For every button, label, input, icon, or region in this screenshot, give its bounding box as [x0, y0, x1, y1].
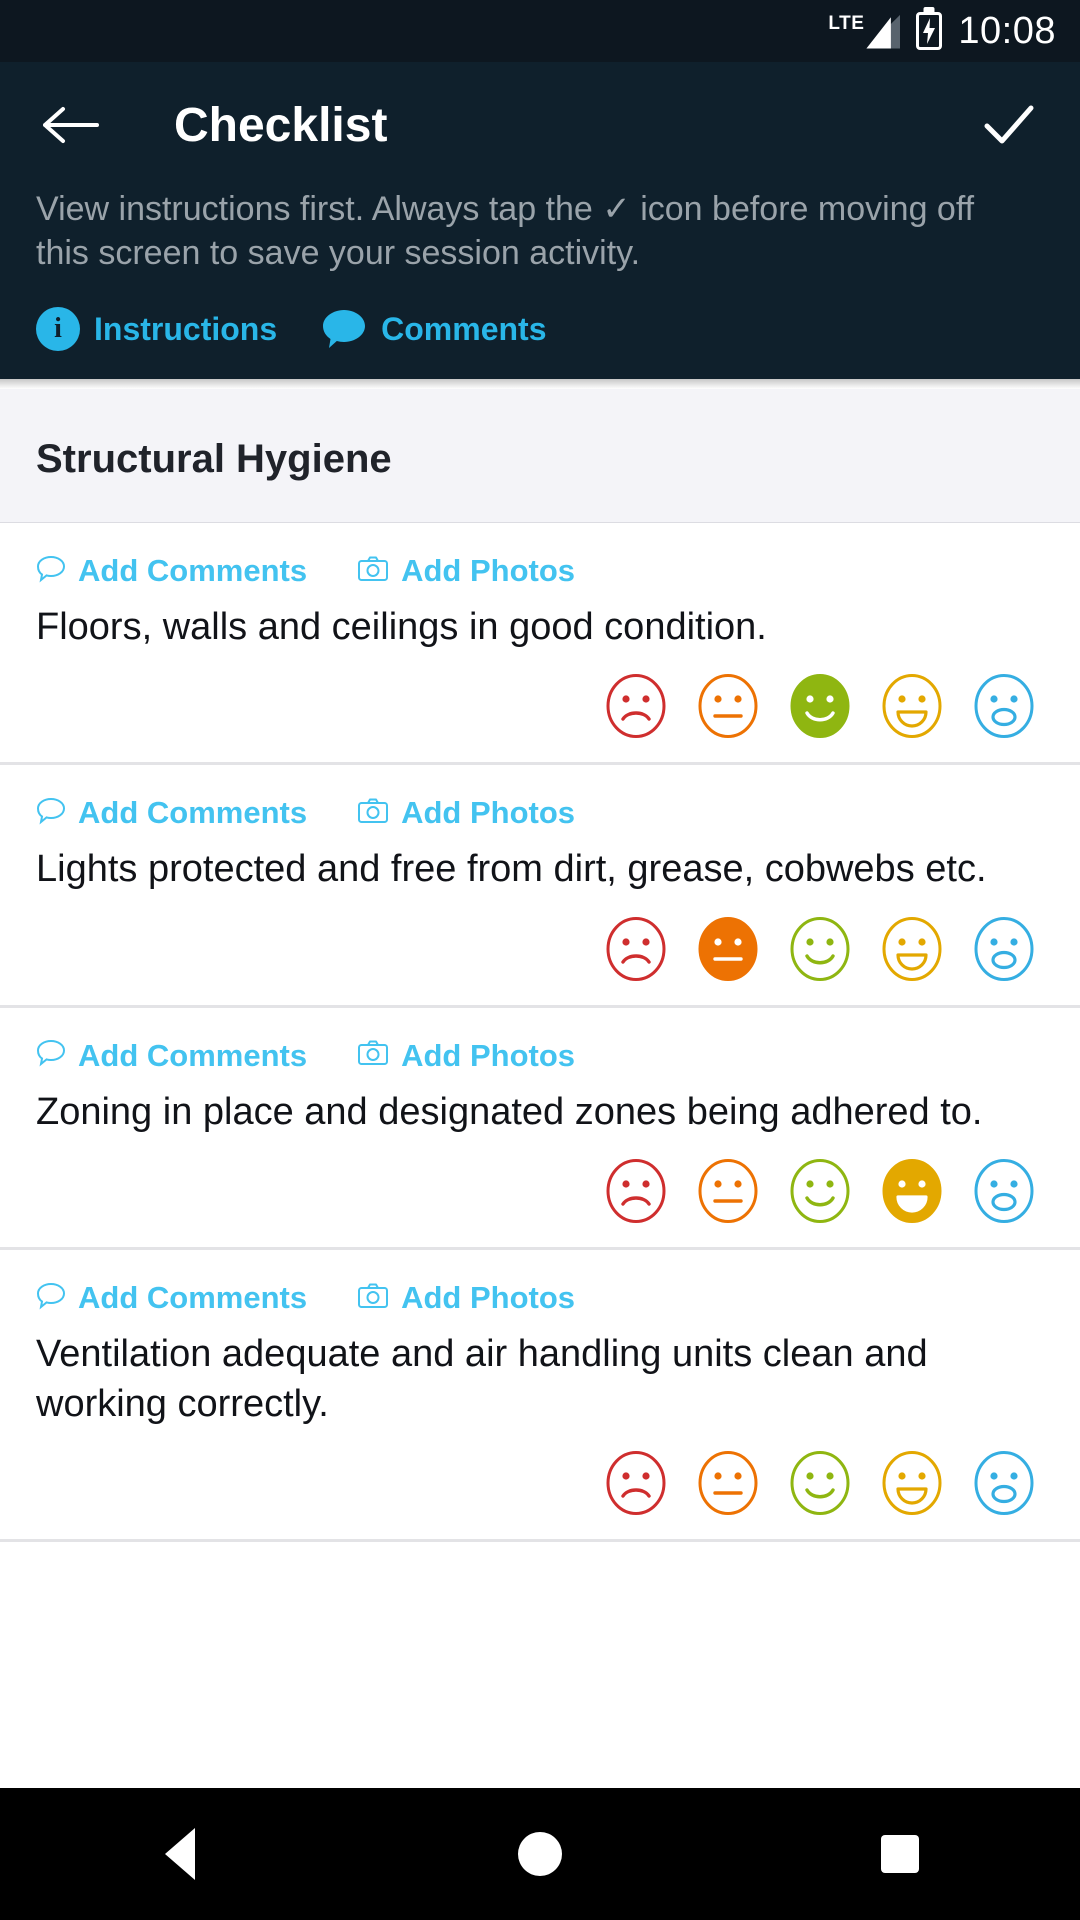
checklist-item: Add Comments Add Photos Floors, walls an…	[0, 523, 1080, 766]
rating-face-smile-selected[interactable]	[786, 672, 854, 740]
add-photos-button[interactable]: Add Photos	[357, 1280, 575, 1316]
network-type-label: LTE	[828, 12, 865, 34]
app-bar: Checklist View instructions first. Alway…	[0, 62, 1080, 380]
rating-face-sad[interactable]	[602, 672, 670, 740]
rating-face-group	[36, 660, 1044, 740]
rating-face-group	[36, 1437, 1044, 1517]
item-question-text: Ventilation adequate and air handling un…	[36, 1333, 928, 1425]
rating-face-surprised[interactable]	[970, 672, 1038, 740]
rating-face-surprised[interactable]	[970, 1449, 1038, 1517]
add-comments-button[interactable]: Add Comments	[36, 1038, 307, 1074]
rating-face-smile[interactable]	[786, 1157, 854, 1225]
rating-face-grin-selected[interactable]	[878, 1157, 946, 1225]
add-photos-label: Add Photos	[401, 553, 575, 589]
page-title: Checklist	[174, 98, 388, 152]
item-question-text: Lights protected and free from dirt, gre…	[36, 848, 987, 891]
rating-face-grin[interactable]	[878, 1449, 946, 1517]
triangle-back-icon[interactable]	[120, 1794, 240, 1914]
rating-face-surprised[interactable]	[970, 1157, 1038, 1225]
item-action-row: Add Comments Add Photos	[36, 795, 1044, 831]
rating-face-grin[interactable]	[878, 915, 946, 983]
checklist-item: Add Comments Add Photos Zoning in place …	[0, 1007, 1080, 1251]
instructions-link[interactable]: i Instructions	[36, 307, 278, 352]
battery-charging-icon	[916, 12, 943, 50]
item-question-text: Floors, walls and ceilings in good condi…	[36, 606, 767, 649]
rating-face-group	[36, 1145, 1044, 1225]
comment-bubble-icon	[36, 555, 66, 588]
rating-face-neutral-selected[interactable]	[694, 915, 762, 983]
rating-face-surprised[interactable]	[970, 915, 1038, 983]
comment-bubble-icon	[321, 308, 367, 350]
rating-face-neutral[interactable]	[694, 1157, 762, 1225]
instructions-description: View instructions first. Always tap the …	[36, 190, 975, 272]
app-bar-top-row: Checklist	[0, 62, 1080, 188]
signal-bars-icon	[866, 14, 901, 49]
add-photos-label: Add Photos	[401, 1280, 575, 1316]
android-navigation-bar	[0, 1788, 1080, 1920]
comment-bubble-icon	[36, 1282, 66, 1315]
rating-face-grin[interactable]	[878, 672, 946, 740]
checklist-items: Add Comments Add Photos Floors, walls an…	[0, 523, 1080, 1788]
square-recents-icon[interactable]	[840, 1794, 960, 1914]
checklist-item: Add Comments Add Photos Ventilation adeq…	[0, 1250, 1080, 1542]
add-photos-label: Add Photos	[401, 795, 575, 831]
add-comments-label: Add Comments	[78, 795, 308, 831]
add-comments-button[interactable]: Add Comments	[36, 553, 307, 589]
rating-face-sad[interactable]	[602, 915, 670, 983]
info-icon: i	[36, 307, 80, 352]
item-action-row: Add Comments Add Photos	[36, 553, 1044, 589]
comment-bubble-icon	[36, 1039, 66, 1072]
comments-link[interactable]: Comments	[321, 308, 546, 350]
rating-face-sad[interactable]	[602, 1157, 670, 1225]
add-photos-button[interactable]: Add Photos	[357, 1038, 575, 1074]
comment-bubble-icon	[36, 797, 66, 830]
arrow-left-icon[interactable]	[36, 90, 106, 160]
app-bar-shadow	[0, 379, 1080, 390]
app-screen: LTE 10:08 Checklist View instructions fi…	[0, 0, 1080, 1920]
add-comments-button[interactable]: Add Comments	[36, 795, 307, 831]
camera-icon	[357, 555, 389, 588]
checklist-item: Add Comments Add Photos Lights protected…	[0, 765, 1080, 1008]
check-icon[interactable]	[974, 90, 1044, 160]
add-comments-label: Add Comments	[78, 1037, 308, 1073]
instructions-link-label: Instructions	[94, 310, 278, 347]
app-bar-links: i Instructions Comments	[0, 275, 1080, 352]
add-comments-label: Add Comments	[78, 1280, 308, 1316]
rating-face-group	[36, 903, 1044, 983]
add-photos-button[interactable]: Add Photos	[357, 553, 575, 589]
item-question-text: Zoning in place and designated zones bei…	[36, 1090, 983, 1133]
camera-icon	[357, 1282, 389, 1315]
rating-face-smile[interactable]	[786, 1449, 854, 1517]
add-photos-label: Add Photos	[401, 1037, 575, 1073]
add-comments-button[interactable]: Add Comments	[36, 1280, 307, 1316]
network-status: LTE	[828, 12, 901, 49]
item-action-row: Add Comments Add Photos	[36, 1038, 1044, 1074]
camera-icon	[357, 797, 389, 830]
rating-face-sad[interactable]	[602, 1449, 670, 1517]
section-header: Structural Hygiene	[0, 389, 1080, 524]
rating-face-neutral[interactable]	[694, 1449, 762, 1517]
clock-label: 10:08	[958, 10, 1056, 52]
add-comments-label: Add Comments	[78, 553, 308, 589]
rating-face-neutral[interactable]	[694, 672, 762, 740]
comments-link-label: Comments	[381, 310, 547, 347]
status-bar: LTE 10:08	[0, 0, 1080, 62]
item-action-row: Add Comments Add Photos	[36, 1280, 1044, 1316]
camera-icon	[357, 1039, 389, 1072]
rating-face-smile[interactable]	[786, 915, 854, 983]
add-photos-button[interactable]: Add Photos	[357, 795, 575, 831]
section-title: Structural Hygiene	[36, 437, 392, 482]
circle-home-icon[interactable]	[480, 1794, 600, 1914]
